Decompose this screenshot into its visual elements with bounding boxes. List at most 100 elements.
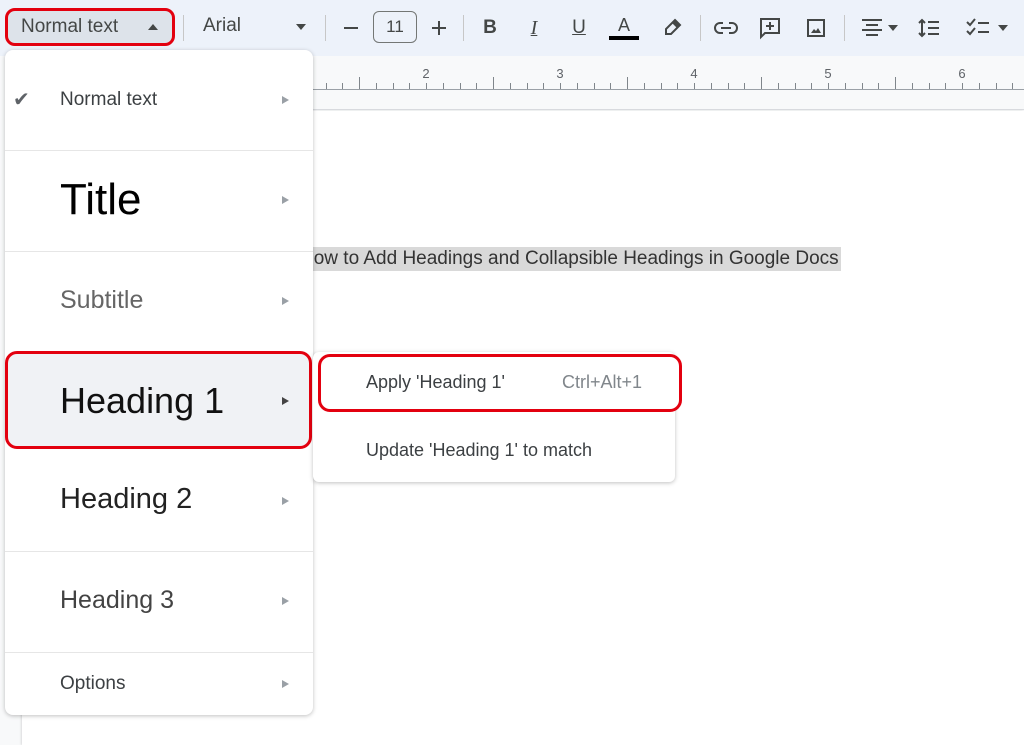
toolbar-divider [463,15,464,41]
ruler-tick [711,83,712,89]
menu-item-label: Options [60,673,126,694]
apply-heading-1-label: Apply 'Heading 1' [366,372,505,392]
ruler-tick [460,83,461,89]
underline-button[interactable]: U [567,13,591,43]
caret-up-icon [148,24,158,30]
line-spacing-button[interactable] [915,13,943,43]
ruler-tick [577,83,578,89]
ruler-tick [543,83,544,89]
ruler-tick [326,83,327,89]
menu-item-options[interactable]: Options [5,653,313,715]
paragraph-style-dropdown[interactable]: Normal text [5,8,175,46]
ruler-tick [845,83,846,89]
submenu-arrow-icon [282,297,289,305]
toolbar-divider [183,15,184,41]
toolbar-divider [700,15,701,41]
add-comment-button[interactable] [757,13,783,43]
menu-item-normal-text[interactable]: ✔ Normal text [5,50,313,150]
align-center-icon [861,19,882,36]
ruler-tick [610,83,611,89]
ruler-tick [778,83,779,89]
submenu-arrow-icon [282,397,289,405]
caret-down-icon[interactable] [296,24,306,30]
update-heading-1-item[interactable]: Update 'Heading 1' to match [313,422,675,480]
ruler-tick [744,83,745,89]
ruler-label: 2 [422,66,430,81]
increase-font-size-button[interactable] [428,13,450,43]
toolbar-divider [325,15,326,41]
text-color-button[interactable]: A [609,13,639,43]
ruler-tick [1012,83,1013,89]
checklist-icon [966,18,989,36]
ruler-tick [728,83,729,89]
menu-item-label: Heading 1 [60,380,225,421]
ruler-tick [443,83,444,89]
menu-item-subtitle[interactable]: Subtitle [5,252,313,352]
ruler-tick [409,83,410,89]
ruler-tick [527,83,528,89]
submenu-arrow-icon [282,680,289,688]
checklist-dropdown[interactable] [962,13,1012,43]
ruler-tick [476,83,477,89]
submenu-arrow-icon [282,497,289,505]
ruler-tick [493,77,494,89]
ruler-tick [376,83,377,89]
ruler-tick [627,77,628,89]
paragraph-style-menu: ✔ Normal text Title Subtitle Heading 1 H… [5,50,313,715]
insert-image-button[interactable] [803,13,829,43]
heading-1-submenu: Apply 'Heading 1' Ctrl+Alt+1 Update 'Hea… [313,352,682,482]
image-icon [807,19,825,37]
insert-link-button[interactable] [713,13,739,43]
align-dropdown[interactable] [856,13,902,43]
toolbar-divider [844,15,845,41]
ruler-tick [677,83,678,89]
menu-item-title[interactable]: Title [5,151,313,251]
ruler-tick [912,83,913,89]
ruler-tick [945,83,946,89]
ruler-tick [828,83,829,89]
ruler-label: 4 [690,66,698,81]
apply-heading-1-shortcut: Ctrl+Alt+1 [562,372,643,392]
submenu-arrow-icon [282,597,289,605]
ruler-tick [359,77,360,89]
ruler-label: 6 [958,66,966,81]
ruler-tick [644,83,645,89]
paragraph-style-value: Normal text [21,16,119,37]
ruler-tick [661,83,662,89]
ruler-tick [878,83,879,89]
ruler-tick [342,83,343,89]
italic-button[interactable]: I [522,13,546,43]
apply-heading-1-item[interactable]: Apply 'Heading 1' Ctrl+Alt+1 [313,352,675,414]
ruler-tick [393,83,394,89]
ruler-tick [426,83,427,89]
update-heading-1-label: Update 'Heading 1' to match [366,440,593,460]
text-color-swatch [609,36,639,40]
submenu-arrow-icon [282,196,289,204]
menu-item-label: Heading 3 [60,586,174,614]
pencil-icon [665,18,682,35]
highlight-color-button[interactable] [660,13,684,43]
ruler-tick [895,77,896,89]
ruler-tick [929,83,930,89]
font-dropdown[interactable]: Arial [203,15,241,37]
menu-item-heading-3[interactable]: Heading 3 [5,552,313,652]
ruler-label: 5 [824,66,832,81]
ruler-tick [962,83,963,89]
ruler-tick [761,77,762,89]
ruler-tick [594,83,595,89]
menu-item-heading-1[interactable]: Heading 1 [5,351,313,449]
menu-item-label: Title [60,175,142,224]
minus-icon [344,27,358,29]
decrease-font-size-button[interactable] [340,13,362,43]
caret-down-icon [887,25,898,31]
selected-document-text[interactable]: How to Add Headings and Collapsible Head… [300,247,841,271]
check-icon: ✔ [13,89,30,111]
link-icon [714,22,738,34]
bold-button[interactable]: B [478,13,502,43]
menu-item-label: Subtitle [60,286,144,314]
font-size-input[interactable]: 11 [373,11,417,43]
menu-item-label: Normal text [60,89,158,110]
ruler-tick [862,83,863,89]
ruler-tick [979,83,980,89]
menu-item-heading-2[interactable]: Heading 2 [5,451,313,551]
